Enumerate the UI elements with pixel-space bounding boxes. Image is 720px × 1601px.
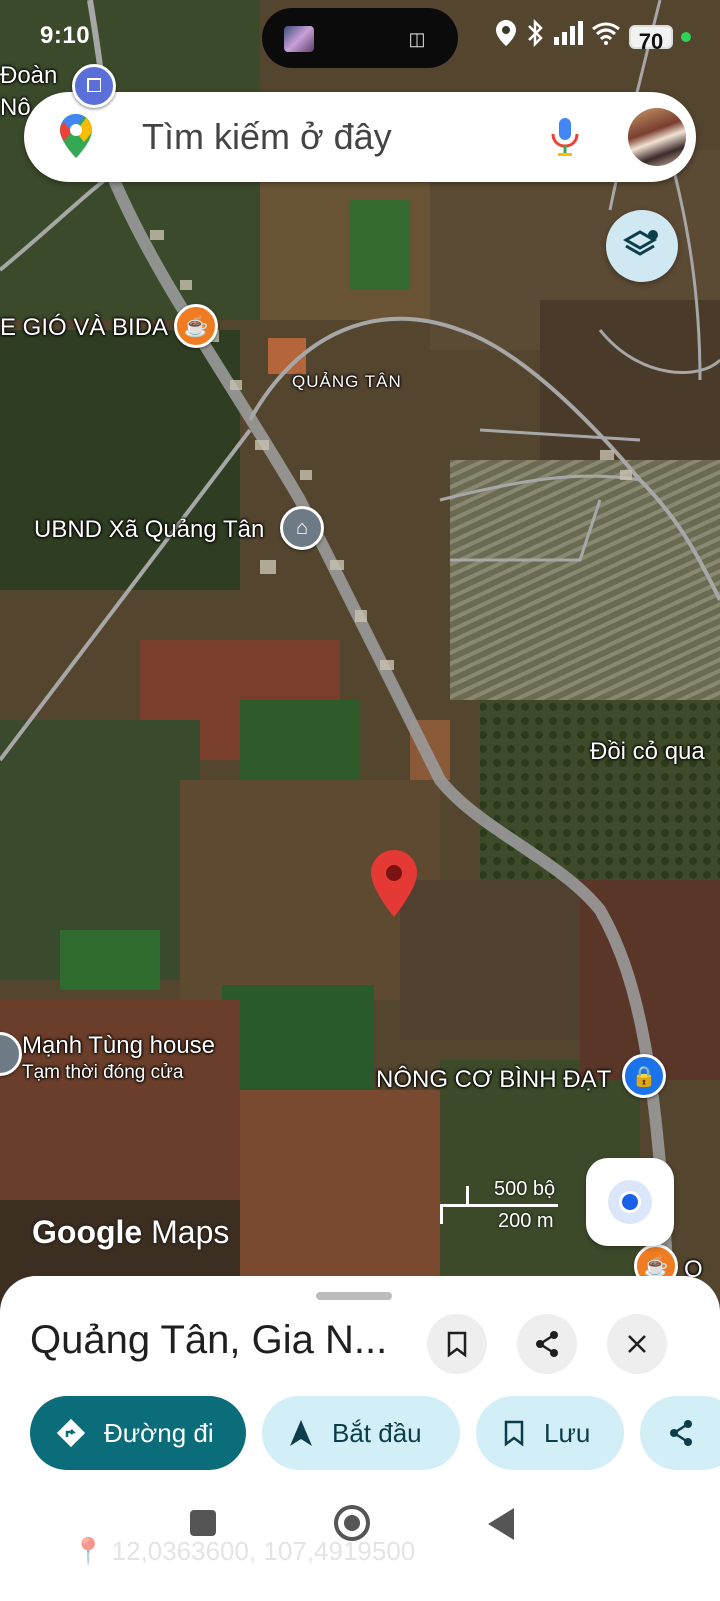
cafe-icon[interactable]: ☕ (174, 304, 218, 348)
signal-icon (553, 20, 583, 54)
map-label-cafe[interactable]: E GIÓ VÀ BIDA (0, 314, 168, 342)
status-icons: 70 (495, 18, 691, 55)
battery-indicator: 70 (629, 25, 673, 54)
layers-icon (622, 230, 658, 256)
navigation-arrow-icon (288, 1418, 314, 1448)
vibrate-icon: ◫ (408, 29, 426, 49)
privacy-dot-icon (681, 32, 691, 42)
bookmark-icon-2 (502, 1419, 526, 1447)
status-time: 9:10 (40, 22, 91, 49)
map-canvas[interactable] (0, 0, 720, 1330)
google-maps-attribution: Google Maps (32, 1214, 229, 1251)
close-button[interactable] (607, 1314, 667, 1374)
save-label: Lưu (544, 1417, 591, 1448)
directions-icon (56, 1418, 86, 1448)
my-location-button[interactable] (586, 1158, 674, 1246)
dropped-pin-icon[interactable] (368, 848, 420, 920)
google-maps-logo-icon (58, 112, 94, 160)
map-label-manh-tung-status: Tạm thời đóng cửa (22, 1062, 184, 1083)
save-button[interactable]: Lưu (476, 1396, 624, 1470)
place-title: Quảng Tân, Gia N... (30, 1318, 388, 1362)
scale-meters: 200 m (498, 1210, 554, 1232)
map-label-doan[interactable]: Đoàn (0, 62, 57, 90)
directions-label: Đường đi (104, 1417, 214, 1448)
satellite-imagery (0, 0, 720, 1330)
map-label-no[interactable]: Nô (0, 94, 31, 122)
user-avatar[interactable] (628, 108, 686, 166)
attribution-maps: Maps (151, 1214, 230, 1250)
media-thumbnail (284, 26, 314, 52)
back-button[interactable] (488, 1508, 514, 1540)
save-icon-button[interactable] (427, 1314, 487, 1374)
government-building-icon[interactable]: ⌂ (280, 506, 324, 550)
start-label: Bắt đầu (332, 1417, 422, 1448)
status-bar: 9:10 ◫ 70 (0, 0, 720, 75)
recents-button[interactable] (190, 1510, 216, 1536)
map-scale: 500 bộ 200 m (436, 1178, 566, 1238)
share-icon-button[interactable] (517, 1314, 577, 1374)
start-button[interactable]: Bắt đầu (262, 1396, 460, 1470)
search-input[interactable]: Tìm kiếm ở đây (142, 114, 392, 160)
poi-transit-icon[interactable]: ⧠ (72, 64, 116, 108)
scale-feet: 500 bộ (494, 1178, 556, 1200)
wifi-icon (591, 21, 621, 53)
map-label-manh-tung[interactable]: Mạnh Tùng house (22, 1032, 215, 1060)
share-icon-2 (666, 1418, 696, 1448)
attribution-google: Google (32, 1214, 143, 1250)
map-label-nong-co[interactable]: NÔNG CƠ BÌNH ĐẠT (376, 1066, 611, 1094)
search-bar[interactable]: Tìm kiếm ở đây (24, 92, 696, 182)
close-icon (628, 1335, 646, 1353)
map-label-ubnd[interactable]: UBND Xã Quảng Tân (34, 516, 264, 544)
microphone-icon[interactable] (550, 116, 580, 158)
share-icon (536, 1331, 558, 1357)
shopping-bag-icon[interactable]: 🔒 (622, 1054, 666, 1098)
sheet-drag-handle[interactable] (316, 1292, 392, 1300)
directions-button[interactable]: Đường đi (30, 1396, 246, 1470)
share-button[interactable] (640, 1396, 720, 1470)
map-label-quang-tan[interactable]: QUẢNG TÂN (292, 372, 402, 392)
dynamic-island[interactable]: ◫ (262, 8, 458, 68)
map-label-doi-co[interactable]: Đồi cỏ qua (590, 738, 705, 766)
home-button[interactable] (334, 1505, 370, 1541)
location-icon (495, 19, 517, 55)
layers-button[interactable] (606, 210, 678, 282)
bookmark-icon (447, 1331, 467, 1358)
bluetooth-icon (525, 18, 545, 55)
